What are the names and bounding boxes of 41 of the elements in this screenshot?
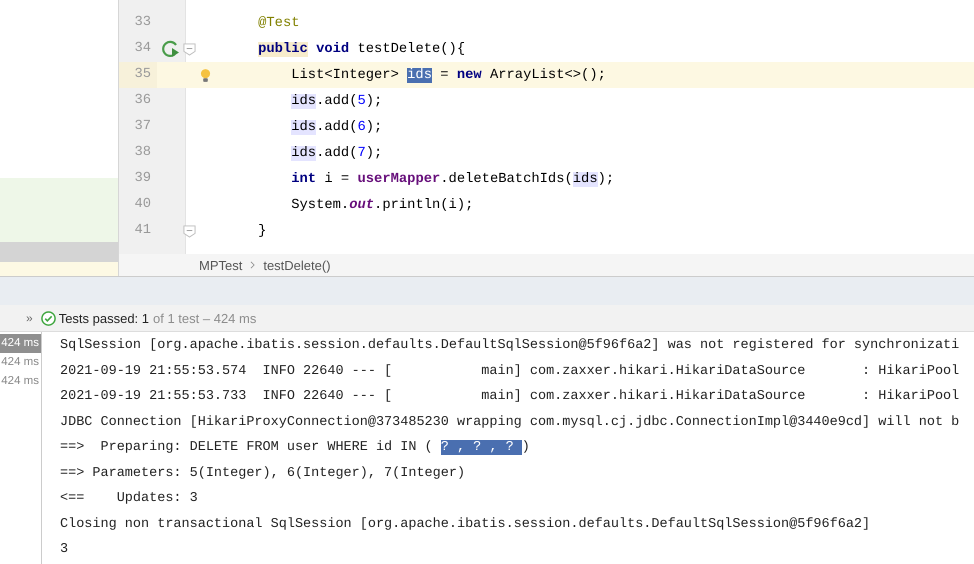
line-number: 39 [133,170,152,188]
line-number: 37 [133,118,152,136]
code-line: @Test [258,16,300,30]
console-line: ==> Parameters: 5(Integer), 6(Integer), 7(Integer) [60,464,466,482]
line-number: 40 [133,196,152,214]
line-number: 35 [119,62,157,88]
line-number: 38 [133,144,152,162]
run-icon[interactable] [161,39,181,59]
line-number: 36 [133,92,152,110]
chevron-icon [250,261,256,269]
breadcrumb-item[interactable]: MPTest [199,258,242,272]
expand-toggle[interactable]: » [26,311,33,325]
console-line: <== Updates: 3 [60,490,199,508]
test-duration[interactable]: 424 ms [0,334,41,353]
tests-detail: of 1 test – 424 ms [153,310,256,326]
fold-icon[interactable] [182,224,196,238]
console-line: ==> Preparing: DELETE FROM user WHERE id IN ( ? , ? , ? ) [60,439,531,457]
test-duration[interactable]: 424 ms [0,353,41,372]
check-circle-icon [40,310,56,326]
breadcrumb-item[interactable]: testDelete() [263,258,331,272]
lightbulb-icon[interactable] [200,68,210,82]
code-line: public void testDelete(){ [258,42,466,56]
console-line: 2021-09-19 21:55:53.574 INFO 22640 --- [ main] com.zaxxer.hikari.HikariDataSource : HikariPool [60,362,960,380]
line-number: 41 [133,222,152,240]
line-number: 33 [133,14,152,32]
fold-icon[interactable] [182,42,196,56]
console-line: 3 [60,541,70,559]
code-line: int i = userMapper.deleteBatchIds(ids); [291,172,614,186]
code-line: List<Integer> ids = new ArrayList<>(); [291,68,606,82]
code-line: ids.add(5); [291,94,382,108]
code-line: ids.add(6); [291,120,382,134]
console-line: JDBC Connection [HikariProxyConnection@373485230 wrapping com.mysql.cj.jdbc.ConnectionImpl@3440e9cd] will not b [60,414,960,432]
code-line: } [258,224,266,238]
tests-status: Tests passed: 1 [58,310,150,326]
code-line: System.out.println(i); [291,198,474,212]
console-line: Closing non transactional SqlSession [org.apache.ibatis.session.defaults.DefaultSqlSession@5f96f6a2] [60,516,872,534]
console-line: SqlSession [org.apache.ibatis.session.defaults.DefaultSqlSession@5f96f6a2] was not registered for synchronizati [60,337,960,355]
line-number: 34 [133,40,152,58]
console-line: 2021-09-19 21:55:53.733 INFO 22640 --- [ main] com.zaxxer.hikari.HikariDataSource : HikariPool [60,388,960,406]
code-line: ids.add(7); [291,146,382,160]
test-duration[interactable]: 424 ms [0,372,41,391]
